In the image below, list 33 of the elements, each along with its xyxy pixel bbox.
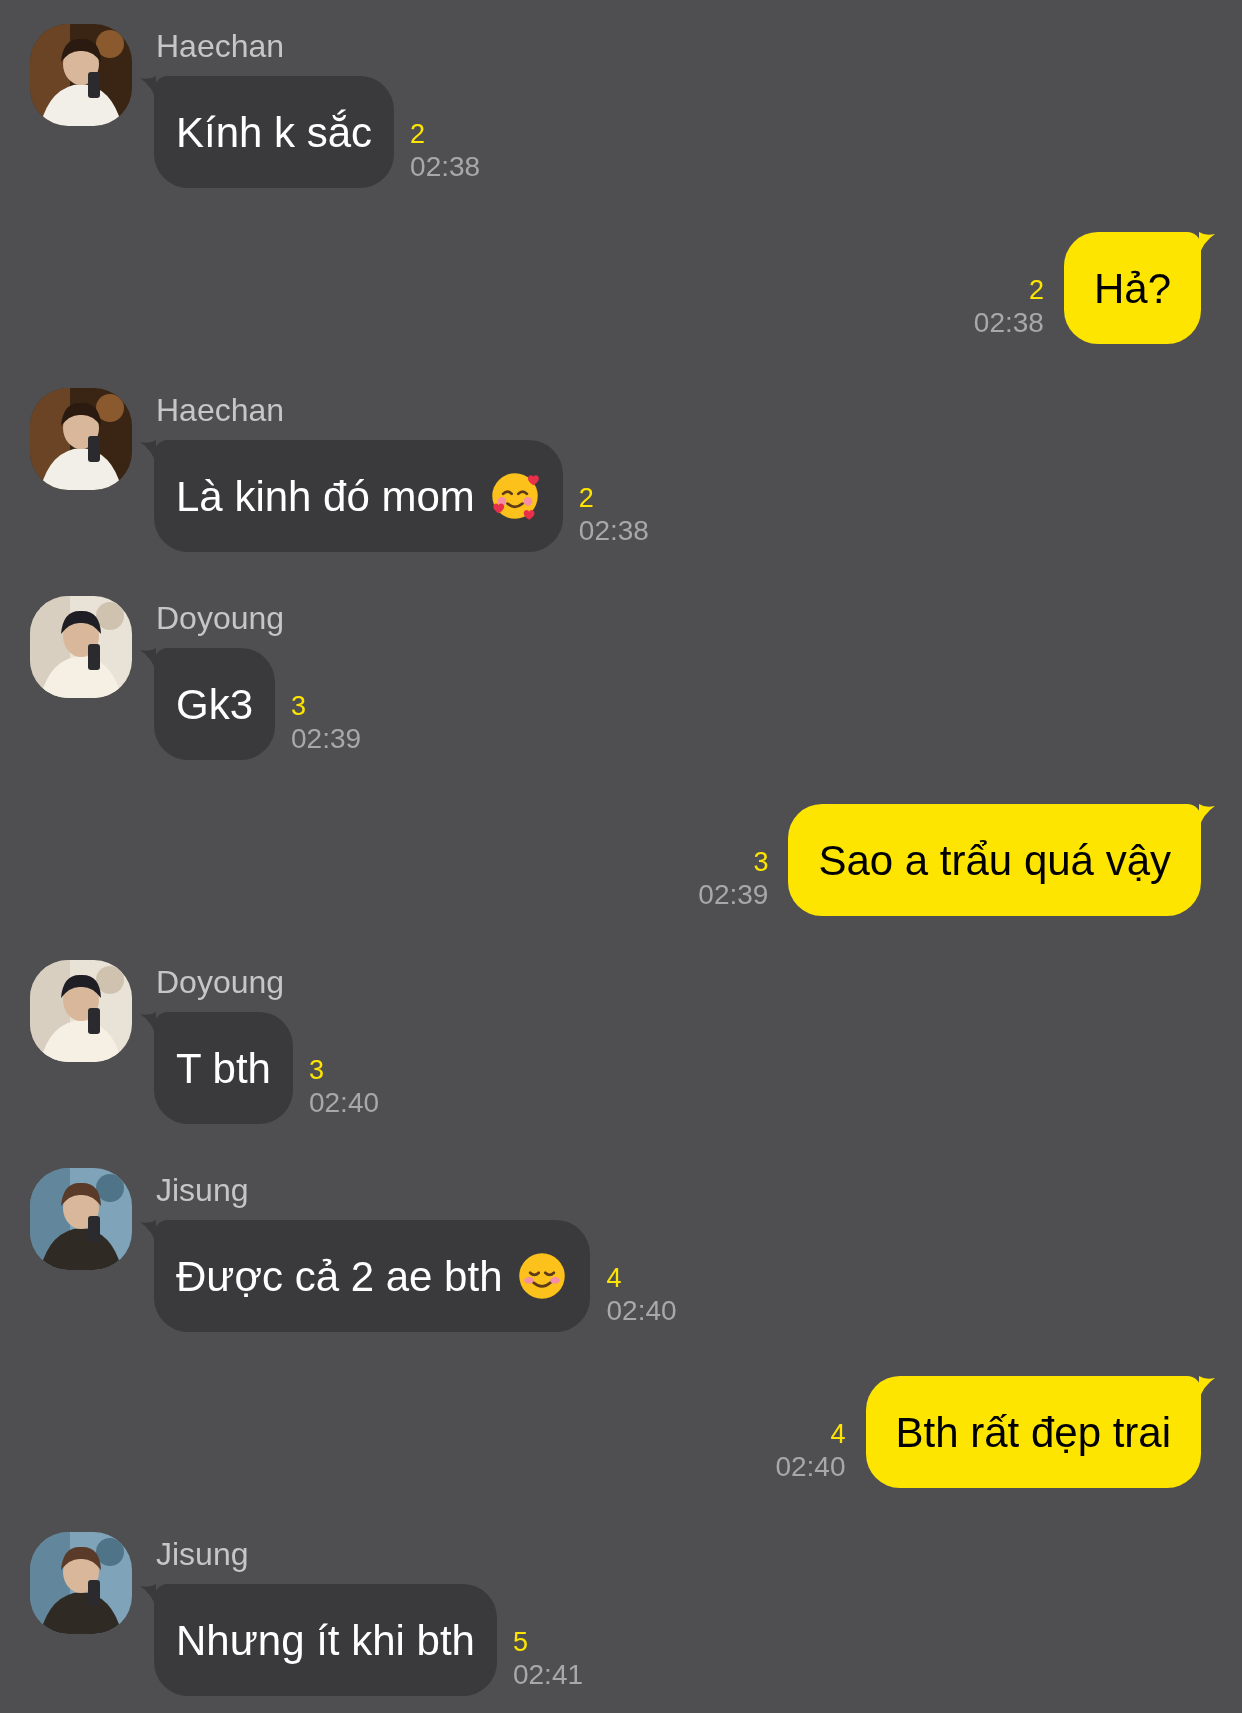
sender-name: Jisung	[156, 1535, 250, 1574]
message-bubble: Gk3	[154, 648, 276, 760]
message-time: 02:39	[698, 878, 769, 912]
sender-name: Doyoung	[156, 599, 286, 638]
message-time: 02:40	[606, 1294, 677, 1328]
unread-count: 3	[753, 846, 769, 878]
message-bubble: Sao a trẩu quá vậy	[788, 804, 1201, 916]
message-time: 02:38	[578, 514, 649, 548]
message-time: 02:38	[973, 306, 1044, 340]
message-bubble: T bth	[154, 1012, 293, 1124]
sender-name: Doyoung	[156, 963, 286, 1002]
message-time: 02:40	[775, 1450, 846, 1484]
message-bubble: Kính k sắc	[154, 76, 395, 188]
unread-count: 3	[291, 690, 307, 722]
message-bubble: Bth rất đẹp trai	[865, 1376, 1201, 1488]
unread-count: 2	[578, 482, 594, 514]
sender-name: Haechan	[156, 391, 286, 430]
message-bubble: Được cả 2 ae bth	[154, 1220, 591, 1332]
sender-name: Jisung	[156, 1171, 250, 1210]
unread-count: 5	[512, 1626, 528, 1658]
message-bubble: Hả?	[1063, 232, 1201, 344]
message-time: 02:39	[291, 722, 362, 756]
unread-count: 2	[1028, 274, 1044, 306]
unread-count: 3	[308, 1054, 324, 1086]
message-time: 02:41	[512, 1658, 584, 1692]
unread-count: 4	[830, 1418, 846, 1450]
message-time: 02:38	[410, 150, 481, 184]
unread-count: 2	[410, 118, 426, 150]
unread-count: 4	[606, 1262, 622, 1294]
message-time: 02:40	[308, 1086, 380, 1120]
sender-name: Haechan	[156, 27, 286, 66]
message-bubble: Là kinh đó mom	[154, 440, 563, 552]
message-bubble: Nhưng ít khi bth	[154, 1584, 497, 1696]
